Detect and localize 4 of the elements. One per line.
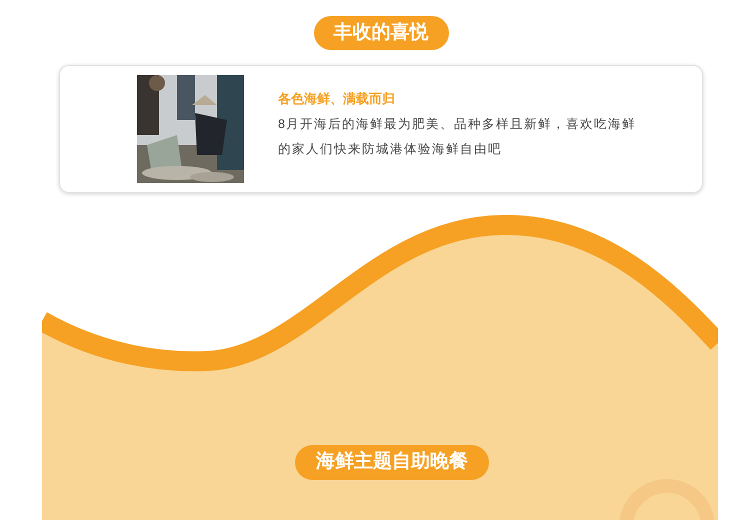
section-title-badge: 海鲜主题自助晚餐 <box>295 445 489 480</box>
card-title: 各色海鲜、满载而归 <box>278 90 396 108</box>
section-title-badge: 丰收的喜悦 <box>314 16 448 50</box>
card-description: 8月开海后的海鲜最为肥美、品种多样且新鲜，喜欢吃海鲜的家人们快来防城港体验海鲜自由吧 <box>278 116 637 158</box>
